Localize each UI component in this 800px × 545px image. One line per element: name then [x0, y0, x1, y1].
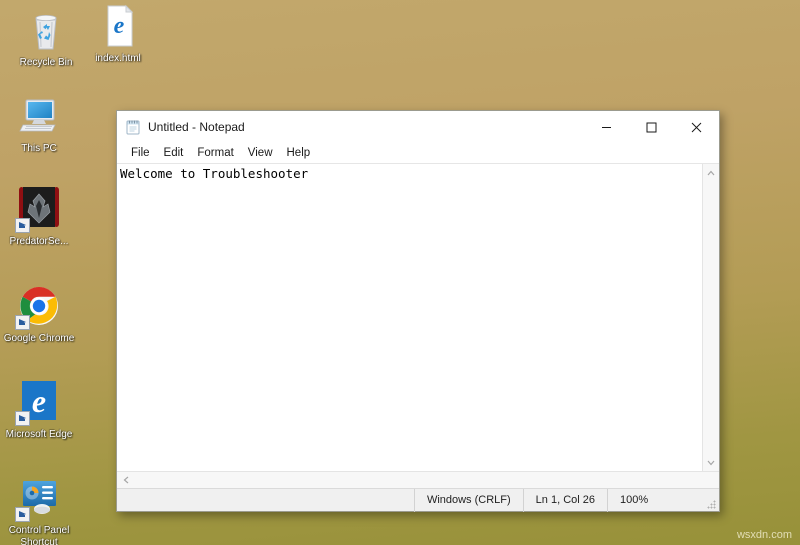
desktop-icon-predator-sense[interactable]: PredatorSe...: [1, 185, 77, 248]
predator-sense-icon: [15, 185, 63, 233]
window-title: Untitled - Notepad: [148, 120, 245, 134]
vertical-scrollbar[interactable]: [702, 164, 719, 471]
desktop-icon-label: Google Chrome: [3, 333, 75, 344]
editor-container[interactable]: Welcome to Troubleshooter: [117, 164, 719, 488]
watermark: wsxdn.com: [736, 529, 792, 541]
menu-item-file[interactable]: File: [124, 145, 157, 161]
menubar[interactable]: File Edit Format View Help: [117, 143, 719, 164]
menu-item-help[interactable]: Help: [280, 145, 318, 161]
desktop-icon-microsoft-edge[interactable]: e Microsoft Edge: [1, 378, 77, 441]
menu-item-format[interactable]: Format: [190, 145, 240, 161]
desktop-icon-this-pc[interactable]: This PC: [1, 92, 77, 155]
desktop[interactable]: Recycle Bin e index.html This PC Predato…: [0, 0, 800, 545]
scroll-left-icon[interactable]: [117, 472, 134, 489]
desktop-icon-label: Recycle Bin: [19, 57, 73, 68]
this-pc-icon: [15, 92, 63, 140]
status-zoom-level: 100%: [607, 488, 703, 512]
desktop-icon-label: This PC: [21, 143, 57, 154]
desktop-icon-control-panel[interactable]: Control Panel Shortcut: [1, 474, 77, 545]
recycle-bin-icon: [22, 6, 70, 54]
status-cursor-position: Ln 1, Col 26: [522, 488, 607, 512]
chrome-icon: [15, 282, 63, 330]
desktop-icon-label: Control Panel Shortcut: [8, 525, 70, 545]
menu-item-view[interactable]: View: [241, 145, 280, 161]
desktop-icon-label: Microsoft Edge: [5, 429, 73, 440]
close-button[interactable]: [674, 111, 719, 143]
text-editor[interactable]: Welcome to Troubleshooter: [117, 164, 702, 471]
minimize-button[interactable]: [584, 111, 629, 143]
shortcut-arrow-icon: [15, 507, 30, 522]
svg-text:e: e: [114, 13, 125, 39]
svg-text:e: e: [32, 383, 46, 419]
editor-content: Welcome to Troubleshooter: [120, 166, 309, 181]
desktop-icon-label: PredatorSe...: [9, 236, 69, 247]
desktop-icon-recycle-bin[interactable]: Recycle Bin: [8, 6, 84, 69]
menu-item-edit[interactable]: Edit: [157, 145, 191, 161]
horizontal-scrollbar[interactable]: [117, 471, 719, 488]
titlebar[interactable]: Untitled - Notepad: [117, 111, 719, 143]
edge-icon: e: [15, 378, 63, 426]
html-document-icon: e: [94, 2, 142, 50]
scroll-down-icon[interactable]: [703, 454, 720, 471]
scroll-up-icon[interactable]: [703, 164, 720, 181]
window-controls[interactable]: [584, 111, 719, 143]
desktop-icon-google-chrome[interactable]: Google Chrome: [1, 282, 77, 345]
shortcut-arrow-icon: [15, 218, 30, 233]
notepad-icon: [125, 119, 141, 135]
desktop-icon-label: index.html: [95, 53, 141, 64]
statusbar: Windows (CRLF) Ln 1, Col 26 100%: [117, 488, 719, 512]
notepad-window[interactable]: Untitled - Notepad File Edit Format View…: [116, 110, 720, 512]
shortcut-arrow-icon: [15, 411, 30, 426]
control-panel-icon: [15, 474, 63, 522]
shortcut-arrow-icon: [15, 315, 30, 330]
desktop-icon-index-html[interactable]: e index.html: [80, 2, 156, 65]
maximize-button[interactable]: [629, 111, 674, 143]
status-line-ending: Windows (CRLF): [413, 488, 523, 512]
resize-grip[interactable]: [703, 489, 719, 512]
